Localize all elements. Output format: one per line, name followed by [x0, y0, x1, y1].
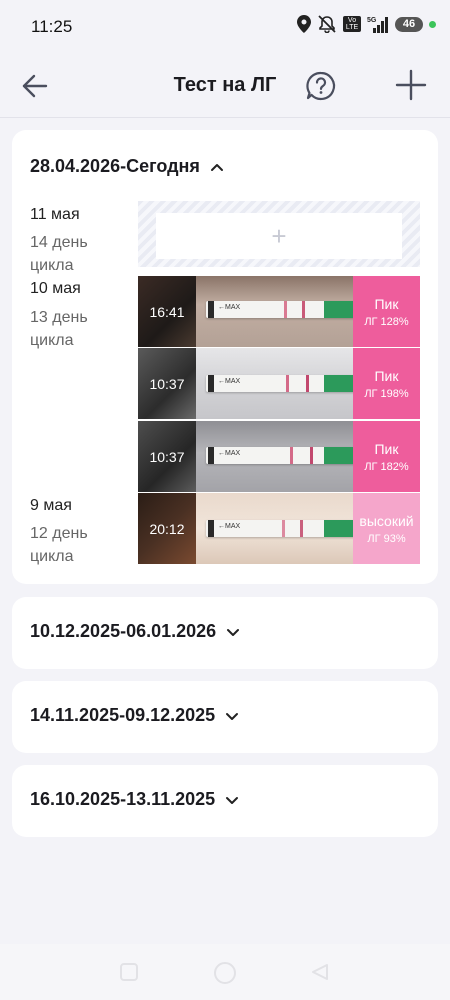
- cycle-card-past[interactable]: 10.12.2025-06.01.2026: [12, 597, 438, 669]
- test-thumbnail: 10:37: [138, 348, 196, 419]
- header-divider: [0, 117, 450, 118]
- day-date: 10 мая: [30, 280, 81, 297]
- test-time: 10:37: [149, 448, 185, 465]
- status-icons: Vo LTE 5G 46: [297, 15, 436, 33]
- test-time: 10:37: [149, 375, 185, 392]
- result-lh-percent: ЛГ 182%: [364, 460, 409, 473]
- system-nav-bar: [0, 944, 450, 1000]
- test-result-badge: Пик ЛГ 128%: [353, 276, 420, 347]
- chevron-down-icon: [226, 796, 239, 804]
- test-strip: ←MAX: [206, 375, 353, 392]
- test-row[interactable]: 10:37 ←MAX Пик ЛГ 198%: [138, 348, 420, 419]
- help-button[interactable]: [303, 68, 339, 104]
- plus-icon: +: [271, 220, 287, 251]
- cycle-day-label: 13 день цикла: [30, 309, 88, 349]
- result-lh-percent: ЛГ 128%: [364, 315, 409, 328]
- test-result-badge: Пик ЛГ 198%: [353, 348, 420, 419]
- day-date: 11 мая: [30, 206, 80, 223]
- test-thumbnail: 16:41: [138, 276, 196, 347]
- test-thumbnail: 10:37: [138, 421, 196, 492]
- result-level: Пик: [374, 440, 399, 457]
- test-strip-photo: ←MAX: [196, 493, 353, 564]
- cycle-range: 14.11.2025-09.12.2025: [30, 705, 216, 725]
- cycle-range: 28.04.2026-Сегодня: [30, 156, 200, 176]
- test-strip-photo: ←MAX: [196, 421, 353, 492]
- test-strip-photo: ←MAX: [196, 348, 353, 419]
- test-thumbnail: 20:12: [138, 493, 196, 564]
- cycle-card-current: 28.04.2026-Сегодня 11 мая 14 день цикла …: [12, 130, 438, 584]
- result-level: Пик: [374, 367, 399, 384]
- location-icon: [297, 15, 311, 33]
- add-test-button[interactable]: [392, 66, 430, 104]
- battery-indicator: 46: [395, 16, 423, 32]
- chevron-up-icon: [210, 163, 223, 171]
- cycle-range: 10.12.2025-06.01.2026: [30, 621, 217, 641]
- test-row[interactable]: 20:12 ←MAX высокий ЛГ 93%: [138, 493, 420, 564]
- svg-text:5G: 5G: [367, 17, 377, 24]
- result-level: Пик: [374, 295, 399, 312]
- home-button[interactable]: [213, 961, 237, 990]
- add-photo-slot[interactable]: +: [138, 201, 420, 267]
- square-icon: [120, 963, 138, 981]
- status-time: 11:25: [31, 17, 73, 36]
- circle-icon: [214, 962, 236, 984]
- cycle-header[interactable]: 16.10.2025-13.11.2025: [30, 789, 239, 810]
- cycle-header[interactable]: 10.12.2025-06.01.2026: [30, 621, 240, 642]
- recents-button[interactable]: [119, 962, 139, 987]
- volte-icon: Vo LTE: [343, 16, 361, 32]
- test-time: 20:12: [149, 520, 185, 537]
- triangle-back-icon: [312, 964, 328, 980]
- cycle-range: 16.10.2025-13.11.2025: [30, 789, 216, 809]
- cycle-day-label: 12 день цикла: [30, 525, 88, 565]
- day-date: 9 мая: [30, 497, 72, 514]
- test-row[interactable]: 10:37 ←MAX Пик ЛГ 182%: [138, 421, 420, 492]
- page-title-text: Тест на ЛГ: [173, 74, 277, 96]
- test-row[interactable]: 16:41 ←MAX Пик ЛГ 128%: [138, 276, 420, 347]
- back-nav-button[interactable]: [310, 962, 330, 987]
- test-strip-photo: ←MAX: [196, 276, 353, 347]
- result-lh-percent: ЛГ 93%: [367, 532, 406, 545]
- cycle-day-label: 14 день цикла: [30, 234, 88, 274]
- test-strip: ←MAX: [206, 301, 353, 318]
- status-bar: 11:25 Vo LTE 5G 46: [0, 0, 450, 52]
- cycle-header-current[interactable]: 28.04.2026-Сегодня: [30, 156, 224, 177]
- test-result-badge: высокий ЛГ 93%: [353, 493, 420, 564]
- question-circle-icon: [306, 71, 336, 101]
- test-strip: ←MAX: [206, 447, 353, 464]
- chevron-down-icon: [226, 712, 239, 720]
- plus-icon: [395, 69, 427, 101]
- cycle-header[interactable]: 14.11.2025-09.12.2025: [30, 705, 239, 726]
- cycle-card-past[interactable]: 14.11.2025-09.12.2025: [12, 681, 438, 753]
- chevron-down-icon: [227, 628, 240, 636]
- signal-icon: 5G: [367, 15, 389, 33]
- privacy-dot-icon: [429, 20, 436, 28]
- add-photo-button[interactable]: +: [156, 213, 402, 259]
- test-strip: ←MAX: [206, 520, 353, 537]
- mute-icon: [317, 15, 337, 33]
- test-result-badge: Пик ЛГ 182%: [353, 421, 420, 492]
- cycle-card-past[interactable]: 16.10.2025-13.11.2025: [12, 765, 438, 837]
- result-level: высокий: [359, 512, 414, 529]
- test-time: 16:41: [149, 303, 185, 320]
- page-title: Тест на ЛГ: [0, 74, 450, 97]
- app-header: Тест на ЛГ: [0, 52, 450, 118]
- result-lh-percent: ЛГ 198%: [364, 387, 409, 400]
